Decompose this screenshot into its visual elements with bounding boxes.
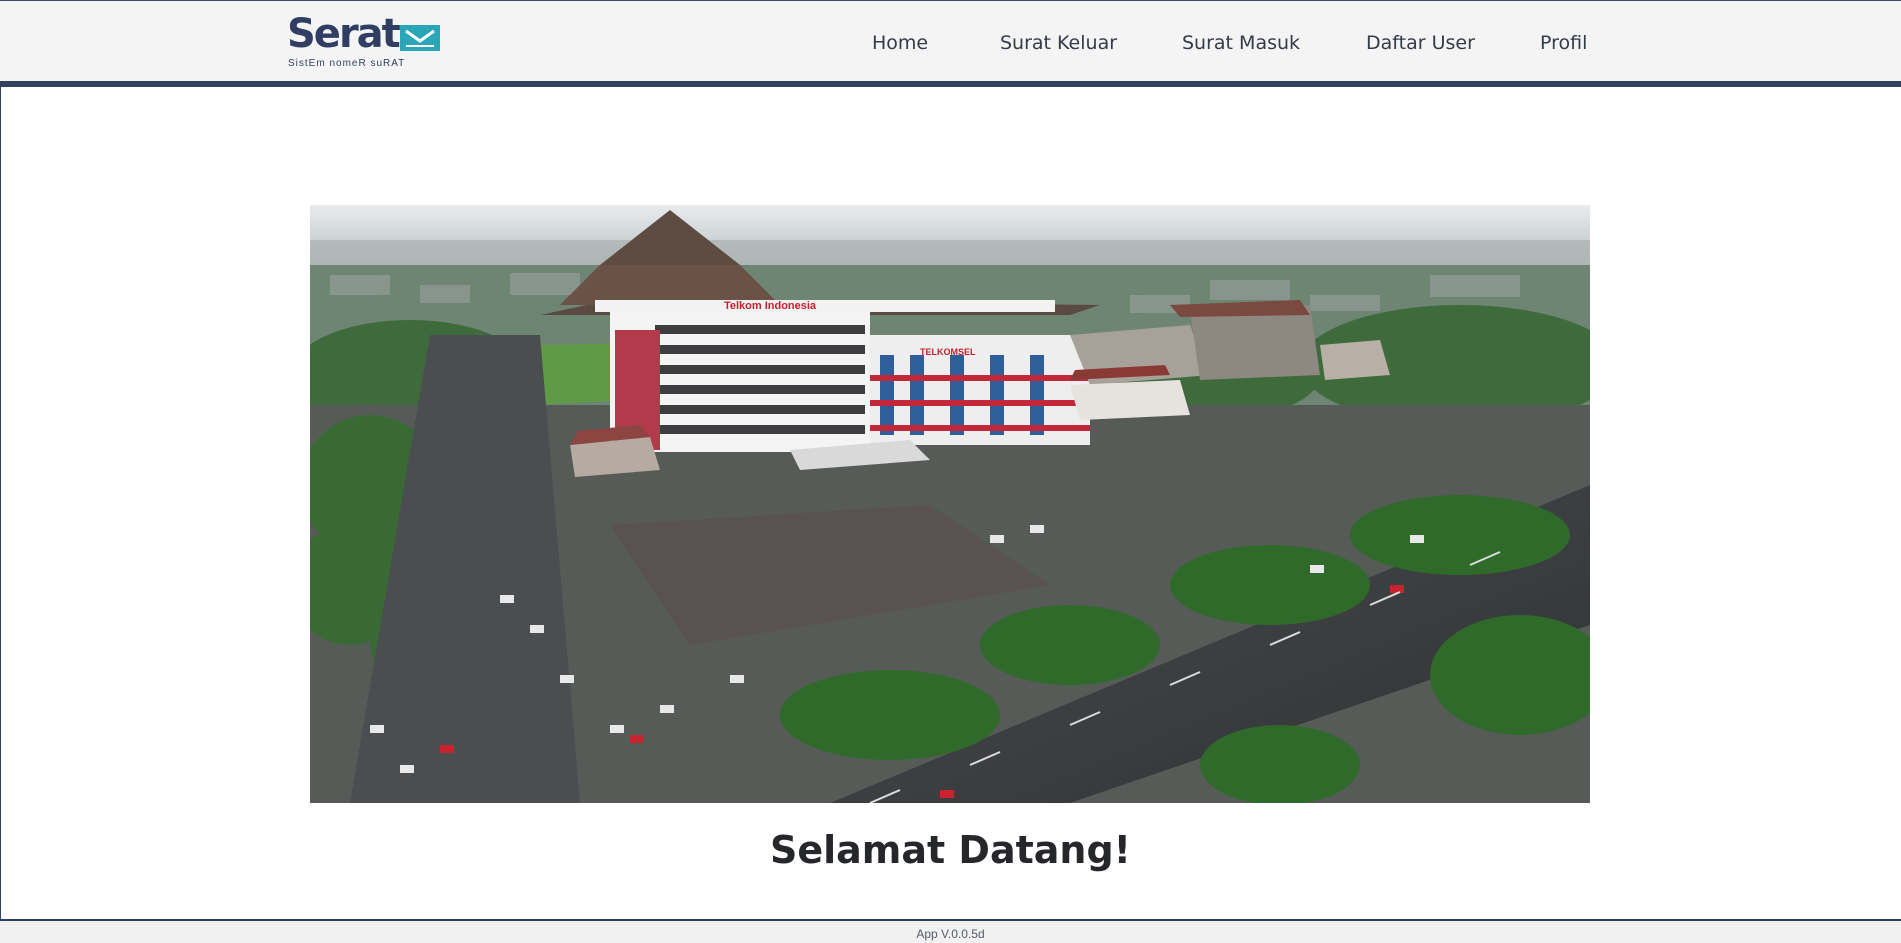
nav-surat-keluar[interactable]: Surat Keluar [1000, 29, 1117, 57]
aerial-office-photo: Telkom Indonesia TELKOMSEL [310, 205, 1590, 803]
brand-logo[interactable]: Serat SistEm nomeR suRAT [287, 11, 447, 71]
logo-wordmark: Serat [287, 11, 401, 57]
nav-surat-masuk[interactable]: Surat Masuk [1182, 29, 1300, 57]
app-version: App V.0.0.5d [916, 927, 985, 941]
building-sign-annex: TELKOMSEL [920, 347, 976, 357]
nav-profil[interactable]: Profil [1540, 29, 1587, 57]
top-navbar: Serat SistEm nomeR suRAT Home Surat Kelu… [0, 0, 1901, 81]
nav-home[interactable]: Home [872, 29, 928, 57]
logo-tagline: SistEm nomeR suRAT [288, 58, 406, 69]
navbar-divider [0, 81, 1901, 87]
footer: App V.0.0.5d [0, 919, 1901, 943]
building-sign-main: Telkom Indonesia [724, 300, 817, 312]
envelope-icon [400, 25, 440, 51]
hero-image: Telkom Indonesia TELKOMSEL [310, 205, 1590, 803]
nav-daftar-user[interactable]: Daftar User [1366, 29, 1475, 57]
welcome-heading: Selamat Datang! [769, 828, 1132, 872]
